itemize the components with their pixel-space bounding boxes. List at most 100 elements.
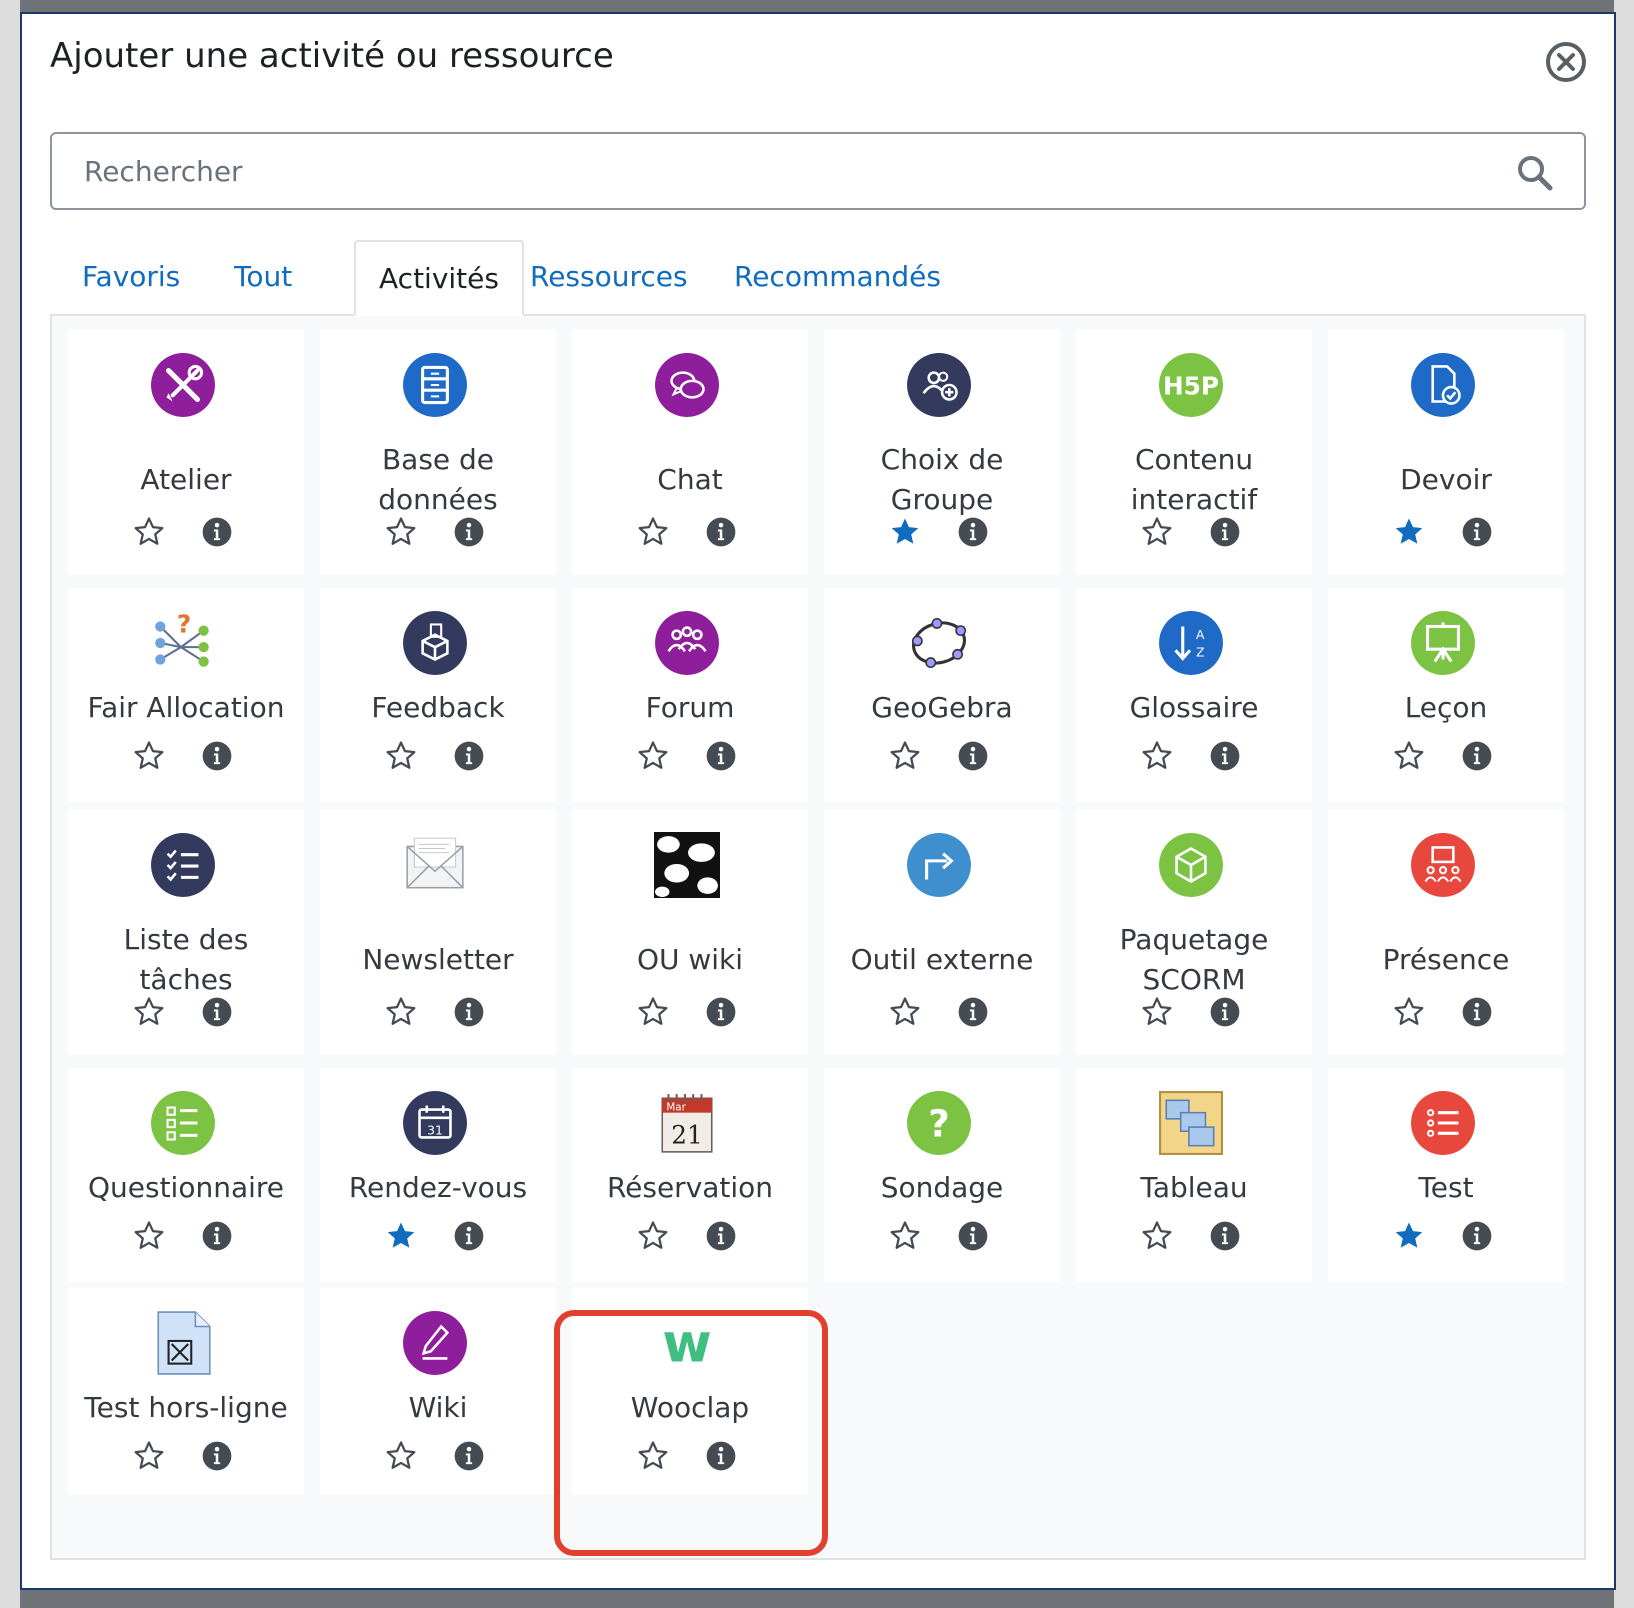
star-icon[interactable]: [132, 995, 166, 1029]
info-icon[interactable]: [1210, 741, 1240, 771]
info-icon[interactable]: [1210, 517, 1240, 547]
info-icon[interactable]: [1462, 517, 1492, 547]
star-filled-icon[interactable]: [1392, 515, 1426, 549]
tab-recommandes[interactable]: Recommandés: [734, 240, 941, 316]
activity-card-choix-de-groupe[interactable]: Choix de Groupe: [824, 330, 1060, 574]
tab-tout[interactable]: Tout: [234, 240, 292, 316]
activity-label: Base de données: [378, 443, 498, 516]
info-icon[interactable]: [202, 517, 232, 547]
info-icon[interactable]: [202, 997, 232, 1027]
star-icon[interactable]: [132, 1219, 166, 1253]
star-icon[interactable]: [384, 515, 418, 549]
info-icon[interactable]: [958, 1221, 988, 1251]
activity-card-base-de-donnees[interactable]: Base de données: [320, 330, 556, 574]
star-icon[interactable]: [636, 1219, 670, 1253]
activity-card-wooclap[interactable]: w Wooclap: [572, 1288, 808, 1494]
activity-label: Forum: [645, 691, 735, 724]
info-icon[interactable]: [202, 1441, 232, 1471]
info-icon[interactable]: [1462, 1221, 1492, 1251]
star-icon[interactable]: [1392, 995, 1426, 1029]
info-icon[interactable]: [202, 741, 232, 771]
info-icon[interactable]: [706, 997, 736, 1027]
ouwiki-icon: [654, 832, 720, 898]
info-icon[interactable]: [706, 517, 736, 547]
star-icon[interactable]: [132, 739, 166, 773]
activity-card-questionnaire[interactable]: Questionnaire: [68, 1068, 304, 1282]
activity-card-ou-wiki[interactable]: OU wiki: [572, 810, 808, 1054]
tab-ressources[interactable]: Ressources: [530, 240, 688, 316]
activity-card-sondage[interactable]: ? Sondage: [824, 1068, 1060, 1282]
star-icon[interactable]: [1140, 995, 1174, 1029]
star-icon[interactable]: [888, 739, 922, 773]
activity-card-paquetage-scorm[interactable]: Paquetage SCORM: [1076, 810, 1312, 1054]
search-icon[interactable]: [1516, 154, 1554, 192]
activity-card-tableau[interactable]: Tableau: [1076, 1068, 1312, 1282]
activity-card-chat[interactable]: Chat: [572, 330, 808, 574]
star-icon[interactable]: [888, 1219, 922, 1253]
svg-text:Mar: Mar: [666, 1102, 686, 1114]
star-icon[interactable]: [1392, 739, 1426, 773]
info-icon[interactable]: [454, 997, 484, 1027]
info-icon[interactable]: [202, 1221, 232, 1251]
close-button[interactable]: [1546, 42, 1586, 82]
info-icon[interactable]: [706, 1441, 736, 1471]
star-icon[interactable]: [384, 1439, 418, 1473]
star-icon[interactable]: [636, 995, 670, 1029]
activity-card-atelier[interactable]: Atelier: [68, 330, 304, 574]
activity-card-feedback[interactable]: Feedback: [320, 588, 556, 802]
activity-card-fair-allocation[interactable]: ? Fair Allocation: [68, 588, 304, 802]
info-icon[interactable]: [1462, 741, 1492, 771]
info-icon[interactable]: [958, 997, 988, 1027]
info-icon[interactable]: [958, 741, 988, 771]
tab-favoris[interactable]: Favoris: [82, 240, 180, 316]
svg-text:31: 31: [427, 1123, 443, 1137]
star-filled-icon[interactable]: [1392, 1219, 1426, 1253]
star-icon[interactable]: [1140, 739, 1174, 773]
activity-card-liste-des-taches[interactable]: Liste des tâches: [68, 810, 304, 1054]
star-icon[interactable]: [132, 515, 166, 549]
star-icon[interactable]: [636, 1439, 670, 1473]
star-filled-icon[interactable]: [888, 515, 922, 549]
activity-label: Fair Allocation: [87, 691, 285, 724]
activity-card-test-hors-ligne[interactable]: Test hors-ligne: [68, 1288, 304, 1494]
activity-card-devoir[interactable]: Devoir: [1328, 330, 1564, 574]
info-icon[interactable]: [454, 1441, 484, 1471]
star-icon[interactable]: [1140, 515, 1174, 549]
forum-icon: [654, 610, 720, 676]
activity-card-rendez-vous[interactable]: 31 Rendez-vous: [320, 1068, 556, 1282]
scheduler-icon: 31: [402, 1090, 468, 1156]
info-icon[interactable]: [454, 517, 484, 547]
info-icon[interactable]: [706, 1221, 736, 1251]
activity-card-lecon[interactable]: Leçon: [1328, 588, 1564, 802]
star-icon[interactable]: [1140, 1219, 1174, 1253]
star-icon[interactable]: [888, 995, 922, 1029]
info-icon[interactable]: [1210, 1221, 1240, 1251]
star-icon[interactable]: [384, 995, 418, 1029]
star-icon[interactable]: [636, 739, 670, 773]
star-icon[interactable]: [384, 739, 418, 773]
activity-card-reservation[interactable]: Mar 21 Réservation: [572, 1068, 808, 1282]
activity-card-glossaire[interactable]: A Z Glossaire: [1076, 588, 1312, 802]
info-icon[interactable]: [454, 1221, 484, 1251]
activity-label: Chat: [657, 463, 723, 496]
modal-title: Ajouter une activité ou ressource: [50, 36, 614, 76]
info-icon[interactable]: [1462, 997, 1492, 1027]
star-icon[interactable]: [636, 515, 670, 549]
info-icon[interactable]: [706, 741, 736, 771]
star-icon[interactable]: [132, 1439, 166, 1473]
activity-card-forum[interactable]: Forum: [572, 588, 808, 802]
info-icon[interactable]: [454, 741, 484, 771]
activity-card-wiki[interactable]: Wiki: [320, 1288, 556, 1494]
activity-card-geogebra[interactable]: GeoGebra: [824, 588, 1060, 802]
search-input[interactable]: [52, 134, 1584, 208]
activity-card-test[interactable]: Test: [1328, 1068, 1564, 1282]
star-filled-icon[interactable]: [384, 1219, 418, 1253]
activity-card-presence[interactable]: Présence: [1328, 810, 1564, 1054]
activity-card-outil-externe[interactable]: Outil externe: [824, 810, 1060, 1054]
info-icon[interactable]: [958, 517, 988, 547]
info-icon[interactable]: [1210, 997, 1240, 1027]
tab-activites[interactable]: Activités: [354, 240, 524, 316]
activity-card-contenu-interactif[interactable]: H5P Contenu interactif: [1076, 330, 1312, 574]
activity-label: Newsletter: [362, 943, 514, 976]
activity-card-newsletter[interactable]: Newsletter: [320, 810, 556, 1054]
